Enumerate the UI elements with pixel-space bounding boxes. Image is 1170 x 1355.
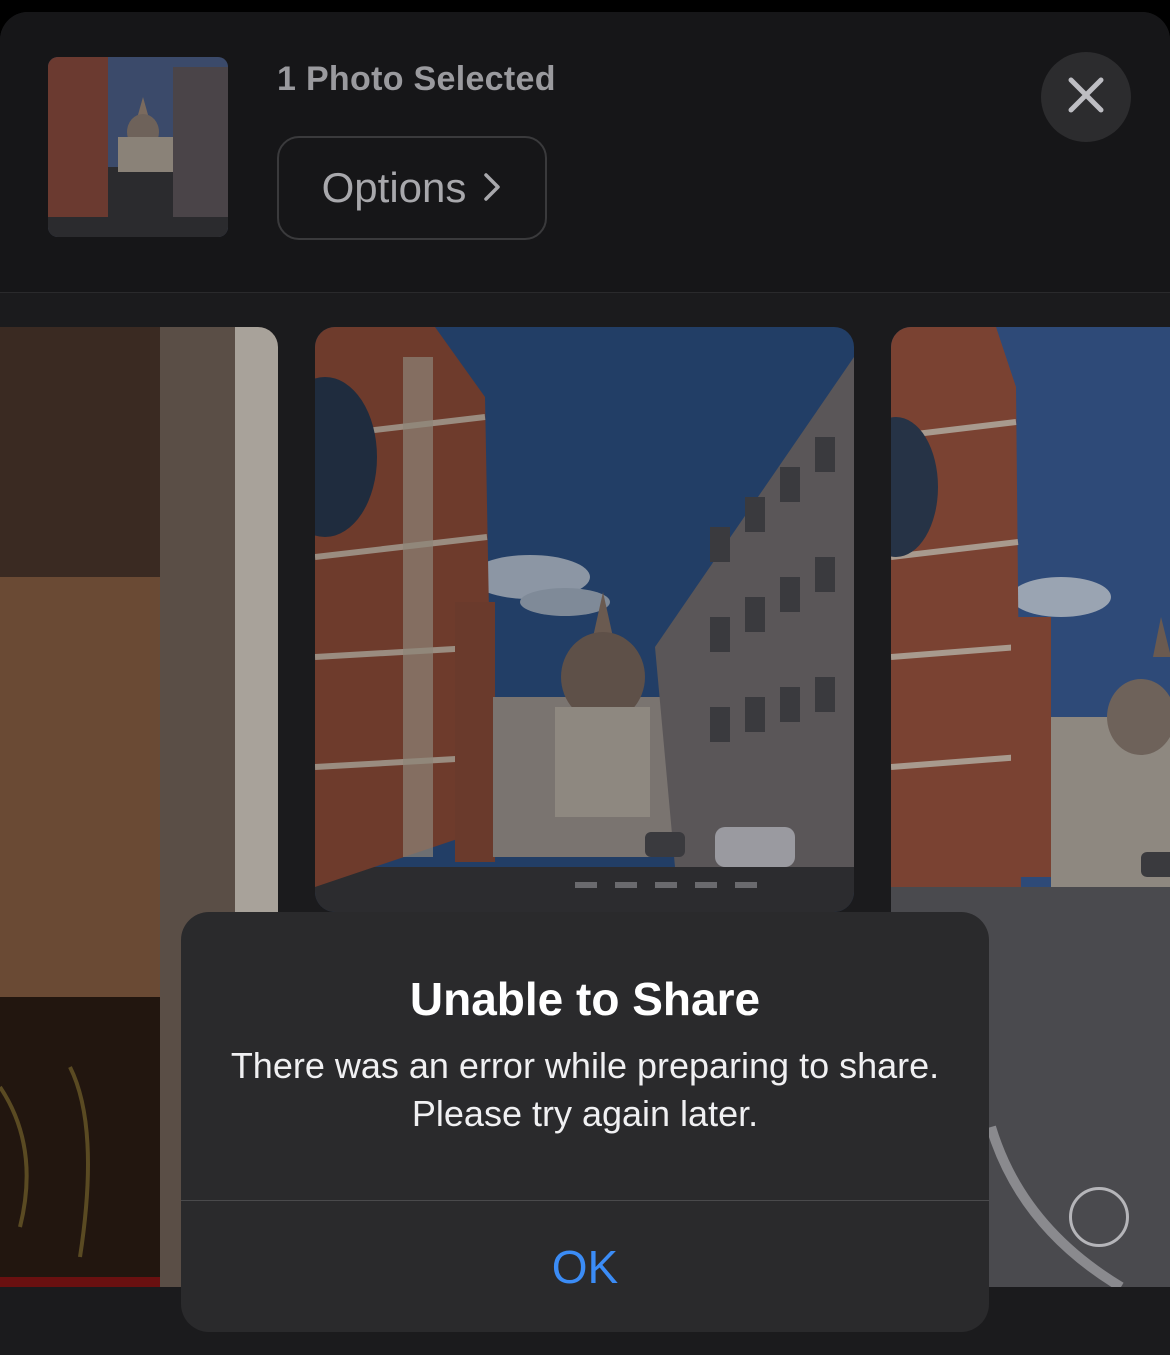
alert-message: There was an error while preparing to sh… (230, 1045, 940, 1134)
error-alert: Unable to Share There was an error while… (181, 912, 989, 1332)
chevron-right-icon (482, 164, 502, 212)
share-sheet: Today 1 Photo Selected Options (0, 12, 1170, 1355)
xmark-icon (1068, 77, 1104, 118)
selected-photo-thumbnail (48, 57, 228, 237)
ok-button[interactable]: OK (181, 1201, 989, 1332)
share-header: 1 Photo Selected Options (0, 12, 1170, 293)
selection-title: 1 Photo Selected (277, 60, 556, 98)
close-button[interactable] (1041, 52, 1131, 142)
photo-preview-current[interactable] (315, 327, 854, 912)
options-button[interactable]: Options (277, 136, 547, 240)
alert-title: Unable to Share (409, 973, 761, 1025)
options-label: Options (321, 164, 467, 211)
selection-circle-icon[interactable] (1069, 1187, 1129, 1247)
